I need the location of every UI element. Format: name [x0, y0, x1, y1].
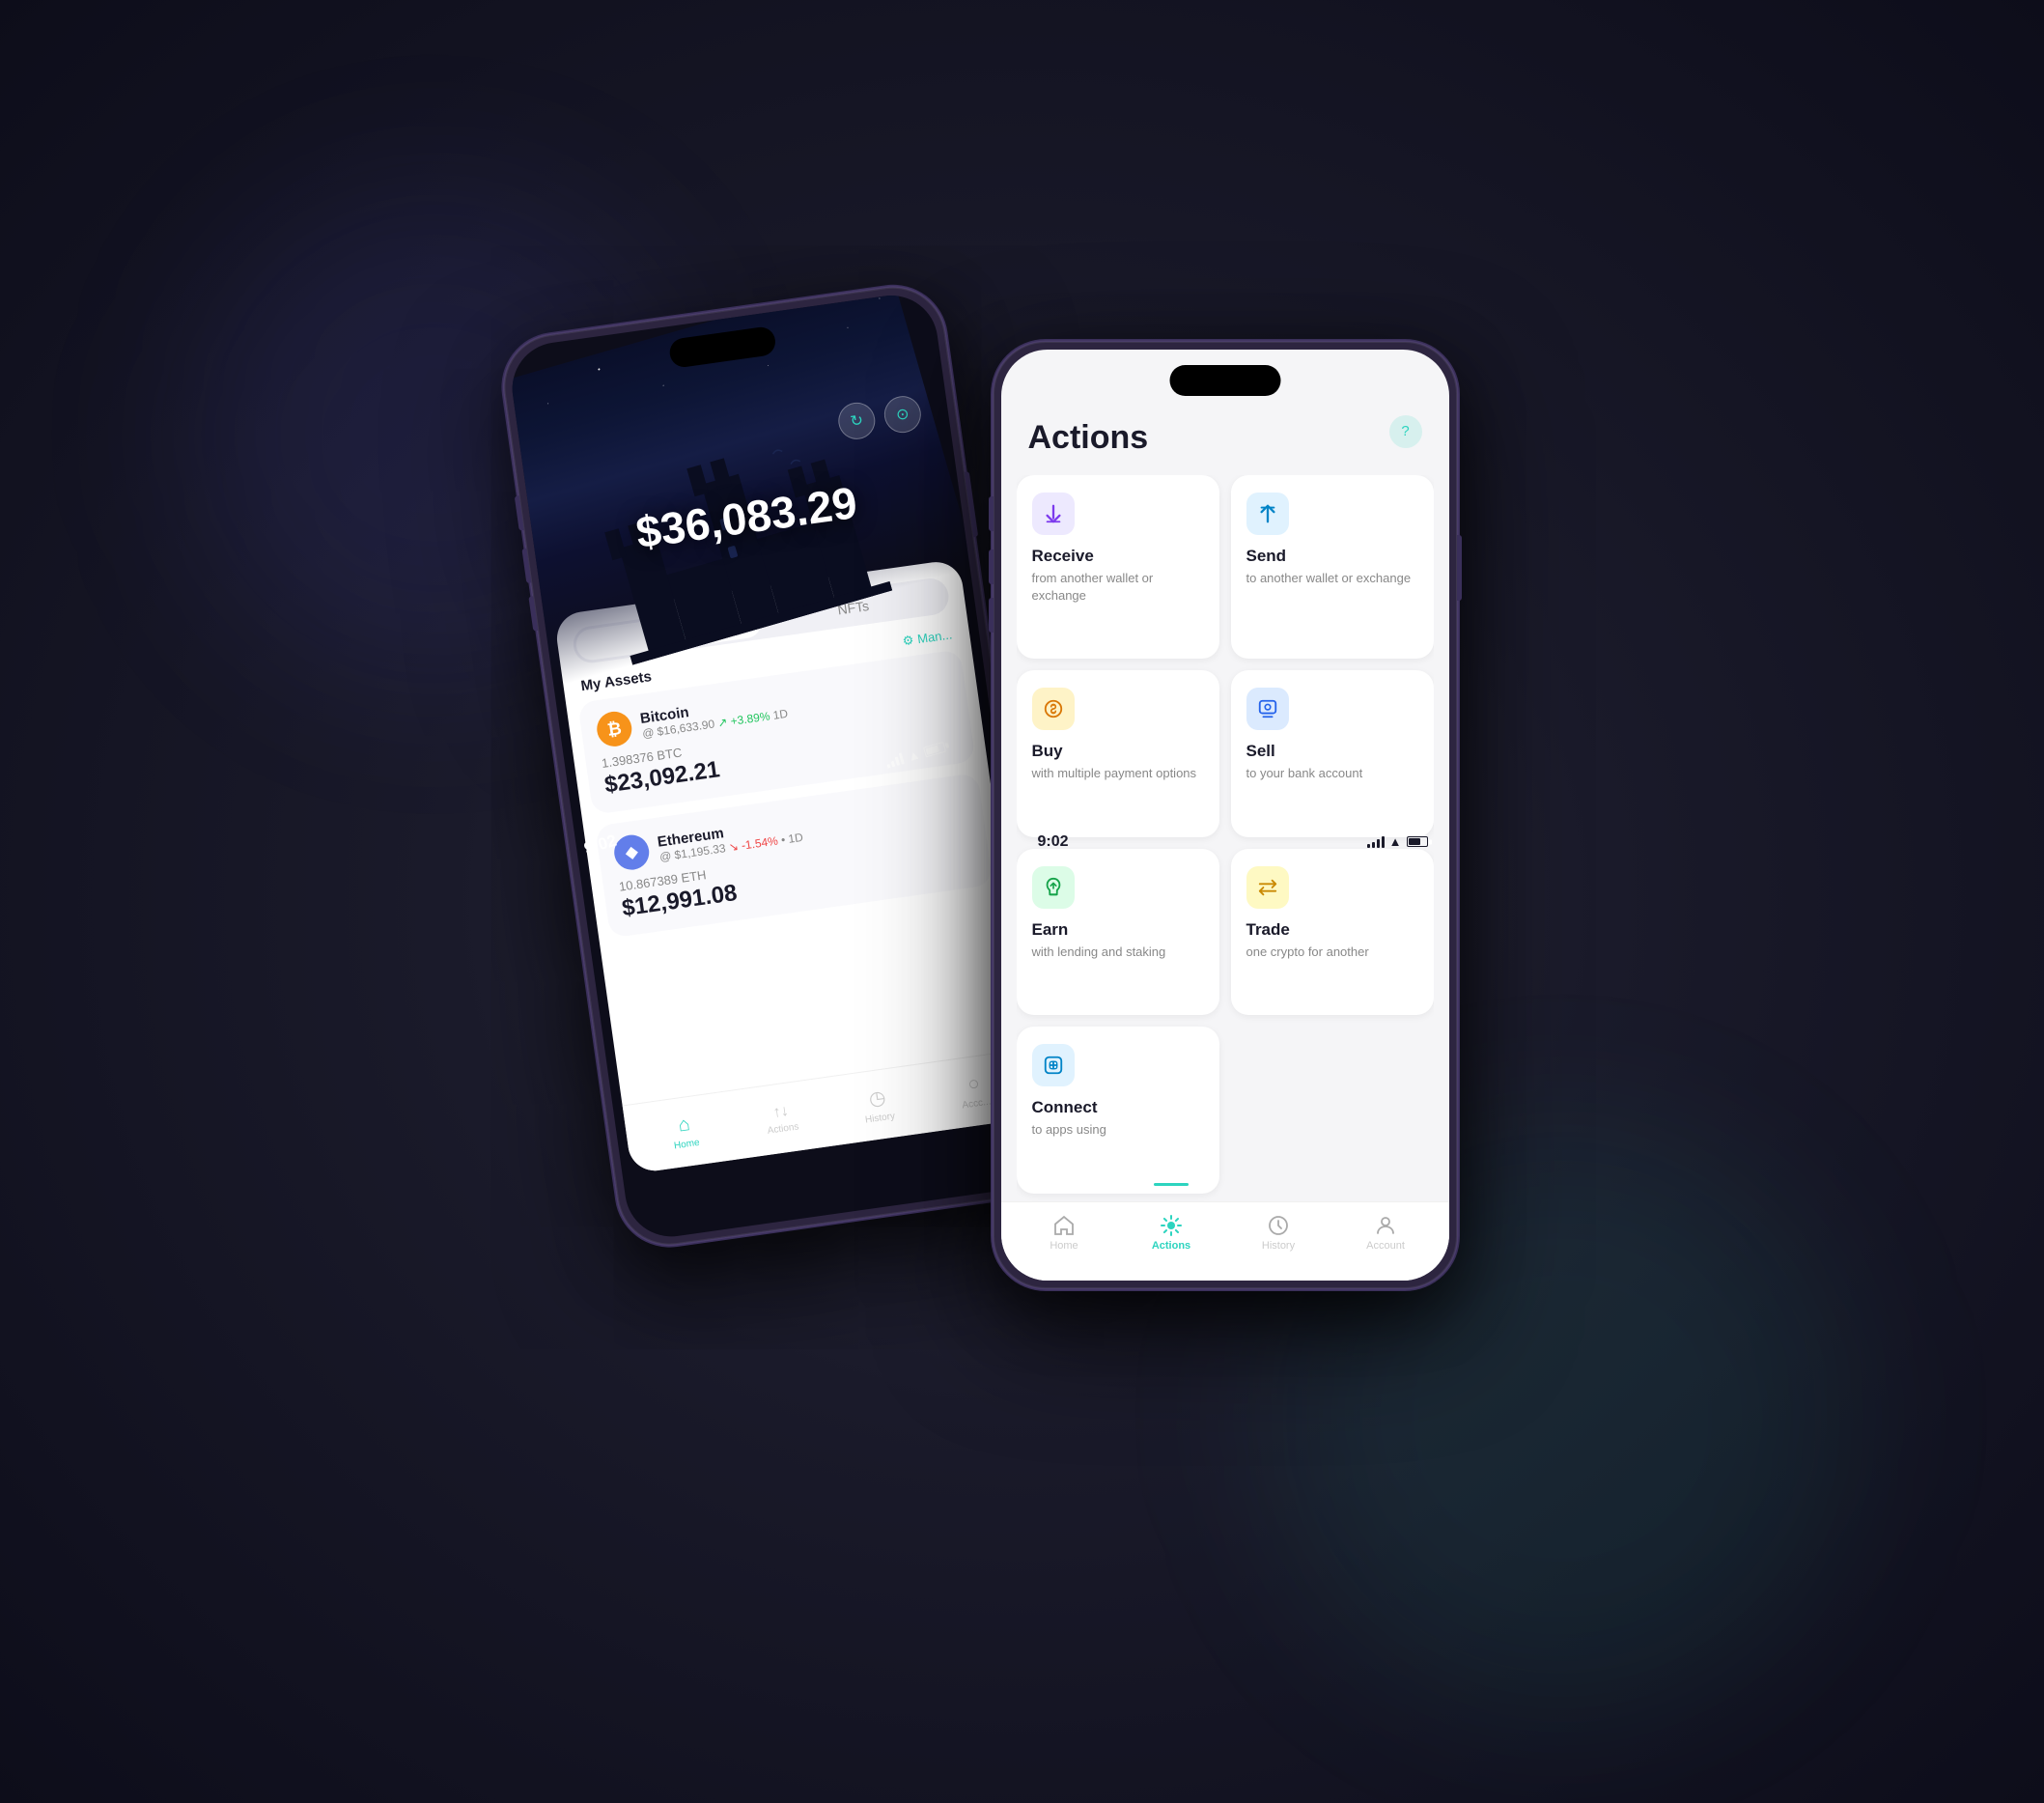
wallet-refresh-btn[interactable]: ↻: [835, 400, 877, 441]
wifi-icon: ▲: [906, 746, 922, 763]
front-battery-fill: [1409, 838, 1421, 845]
front-wifi-icon: ▲: [1389, 834, 1402, 849]
battery-icon: [922, 741, 945, 757]
signal-bar-1: [886, 764, 890, 769]
front-signal-3: [1377, 839, 1380, 848]
signal-bars: [884, 752, 905, 768]
help-icon-symbol: ?: [1401, 423, 1409, 439]
front-phone-time: 9:02: [1038, 833, 1069, 851]
front-phone-screen: 9:02 ▲ ?: [1001, 350, 1449, 1281]
back-phone-time: 9:02: [581, 831, 618, 859]
front-signal-1: [1367, 844, 1370, 848]
signal-bar-3: [894, 756, 899, 765]
battery-fill: [925, 745, 938, 754]
front-battery-icon: [1407, 836, 1428, 847]
back-phone: 9:02 ▲ ↻ ⊙: [497, 280, 1065, 1251]
front-signal-2: [1372, 842, 1375, 848]
back-phone-status-bar: 9:02 ▲: [506, 296, 1056, 1242]
back-phone-screen: 9:02 ▲ ↻ ⊙: [506, 289, 1056, 1242]
dynamic-island-front: [1169, 365, 1280, 396]
front-phone-status-bar: 9:02 ▲: [1001, 369, 1449, 1281]
front-phone-status-icons: ▲: [1367, 834, 1428, 849]
phones-container: 9:02 ▲ ↻ ⊙: [588, 226, 1457, 1578]
front-phone: 9:02 ▲ ?: [994, 342, 1457, 1288]
front-signal-bars: [1367, 836, 1385, 848]
wallet-qr-btn[interactable]: ⊙: [882, 393, 923, 435]
back-phone-status-icons: ▲: [883, 739, 946, 770]
signal-bar-2: [890, 760, 895, 767]
front-signal-4: [1382, 836, 1385, 848]
help-icon-button[interactable]: ?: [1389, 415, 1422, 448]
